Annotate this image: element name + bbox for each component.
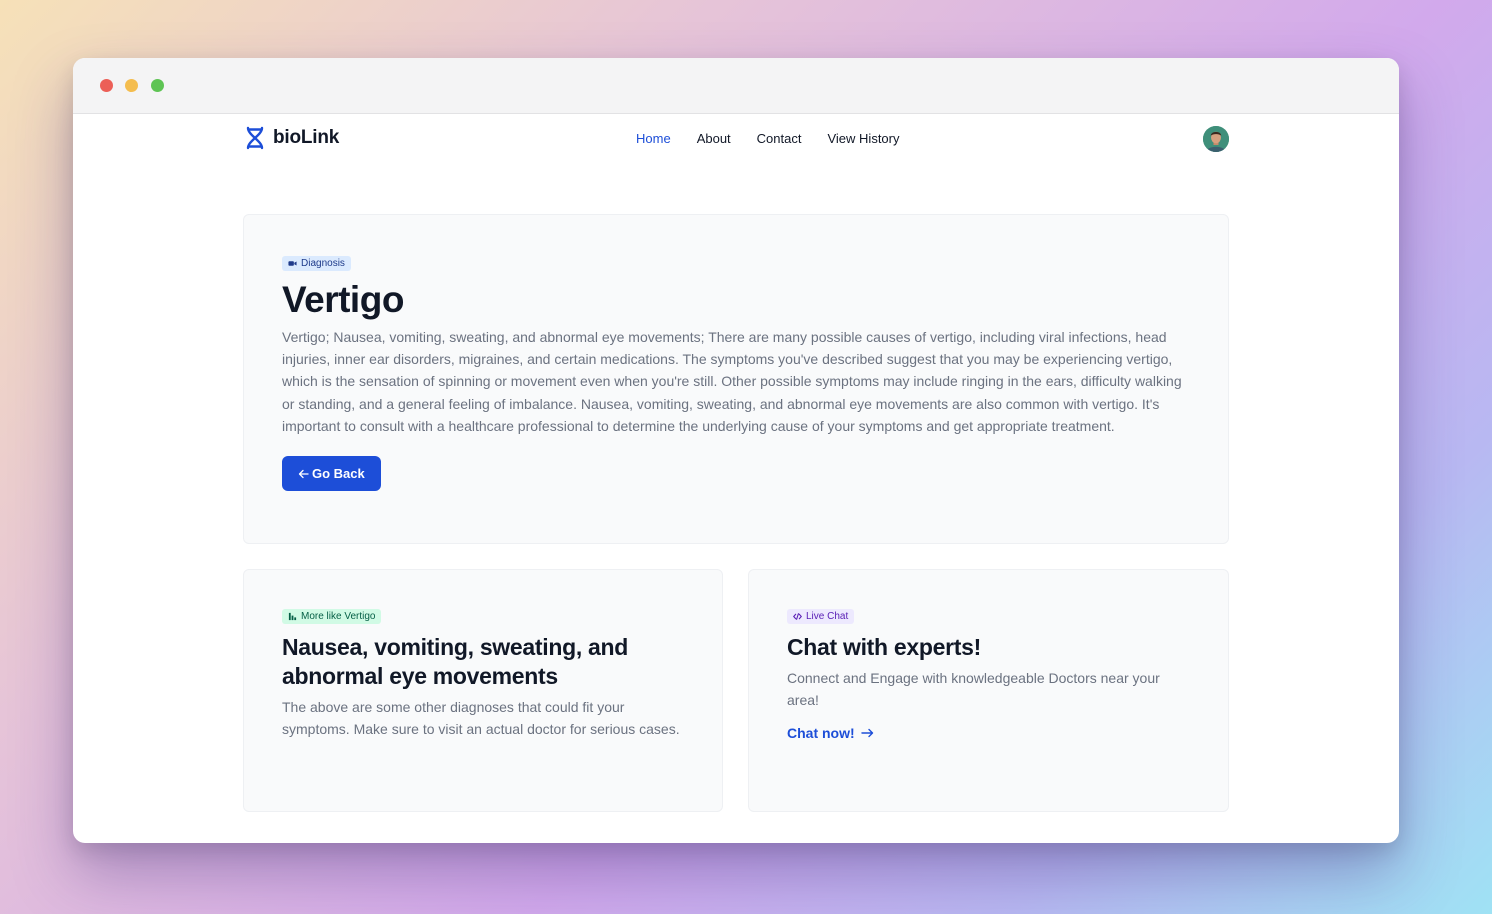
nav-home[interactable]: Home <box>636 131 671 146</box>
avatar-image <box>1203 126 1229 152</box>
browser-window: bioLink Home About Contact View History … <box>73 58 1399 843</box>
related-badge: More like Vertigo <box>282 609 382 624</box>
live-chat-badge-label: Live Chat <box>806 611 849 622</box>
chat-now-link[interactable]: Chat now! <box>787 725 874 741</box>
brand-name: bioLink <box>273 127 340 148</box>
nav-view-history[interactable]: View History <box>827 131 899 146</box>
maximize-window-button[interactable] <box>151 79 164 92</box>
arrow-left-icon <box>298 469 309 478</box>
nav-about[interactable]: About <box>697 131 731 146</box>
chat-title: Chat with experts! <box>787 634 981 660</box>
related-title: Nausea, vomiting, sweating, and abnormal… <box>282 634 628 689</box>
go-back-button[interactable]: Go Back <box>282 456 381 492</box>
diagnosis-card: Diagnosis Vertigo Vertigo; Nausea, vomit… <box>243 214 1229 544</box>
video-icon <box>288 261 297 266</box>
diagnosis-description: Vertigo; Nausea, vomiting, sweating, and… <box>282 329 1182 434</box>
diagnosis-badge-label: Diagnosis <box>301 258 345 269</box>
arrow-right-icon <box>860 729 873 738</box>
code-icon <box>793 613 802 620</box>
related-badge-label: More like Vertigo <box>301 611 376 622</box>
go-back-label: Go Back <box>312 466 365 482</box>
live-chat-card: Live Chat Chat with experts! Connect and… <box>748 569 1229 812</box>
chart-icon <box>288 612 297 621</box>
nav-links: Home About Contact View History <box>636 131 900 146</box>
diagnosis-title: Vertigo <box>282 279 404 320</box>
user-avatar[interactable] <box>1203 126 1229 152</box>
nav-contact[interactable]: Contact <box>757 131 802 146</box>
brand-logo[interactable]: bioLink <box>245 126 339 150</box>
top-navbar: bioLink Home About Contact View History <box>73 114 1399 166</box>
related-diagnoses-card: More like Vertigo Nausea, vomiting, swea… <box>243 569 723 812</box>
diagnosis-badge: Diagnosis <box>282 256 351 271</box>
chat-description: Connect and Engage with knowledgeable Do… <box>787 670 1160 709</box>
dna-icon <box>246 126 264 150</box>
close-window-button[interactable] <box>100 79 113 92</box>
minimize-window-button[interactable] <box>125 79 138 92</box>
live-chat-badge: Live Chat <box>787 609 855 624</box>
related-description: The above are some other diagnoses that … <box>282 699 680 738</box>
window-titlebar <box>73 58 1399 114</box>
chat-now-label: Chat now! <box>787 725 855 742</box>
